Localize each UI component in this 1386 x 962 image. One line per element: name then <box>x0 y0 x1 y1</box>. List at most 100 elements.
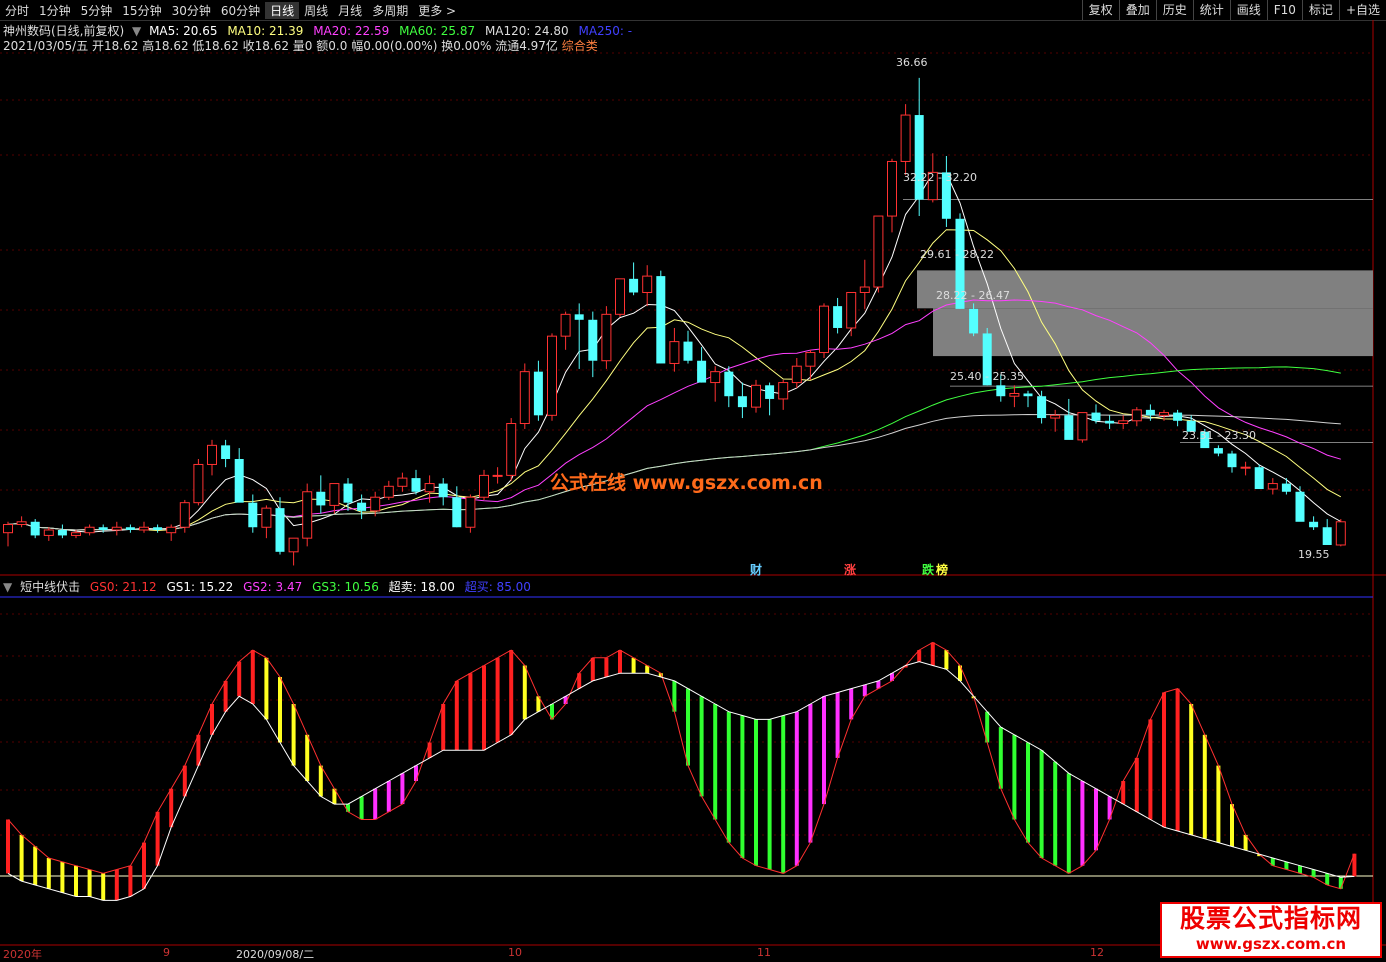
candle-body <box>492 474 503 477</box>
indicator-bar <box>74 865 78 897</box>
candle-body <box>506 423 517 476</box>
candle-body <box>765 385 775 399</box>
candle-body <box>1009 392 1020 397</box>
indicator-bar <box>346 804 350 812</box>
indicator-bar <box>6 819 10 874</box>
indicator-bar <box>1039 750 1044 858</box>
indicator-bar <box>631 657 636 674</box>
candle-body <box>465 496 476 528</box>
indicator-bar <box>468 673 473 751</box>
candle-body <box>1105 420 1115 424</box>
candle-body <box>139 526 149 531</box>
indicator-bar <box>590 657 595 681</box>
candle-body <box>669 341 680 364</box>
indicator-bar <box>46 858 51 889</box>
indicator-bar <box>210 704 214 735</box>
candle-body <box>629 278 639 293</box>
indicator-bar <box>1325 873 1330 885</box>
indicator-bar <box>686 688 690 766</box>
tag-bang[interactable]: 榜 <box>936 561 948 578</box>
indicator-bar <box>781 715 786 874</box>
candle-body <box>397 477 408 487</box>
candle-body <box>3 524 13 534</box>
candle-body <box>560 313 571 337</box>
candle-body <box>791 365 802 384</box>
candle-body <box>1213 448 1223 454</box>
candle-body <box>1159 412 1169 416</box>
candle-body <box>751 384 761 408</box>
candle-body <box>547 335 557 416</box>
indicator-bar <box>1189 704 1194 835</box>
indicator-bar <box>60 861 65 893</box>
indicator-bar <box>740 715 745 858</box>
candle-body <box>601 313 612 362</box>
candle-body <box>316 491 326 506</box>
candle-body <box>574 314 584 320</box>
indicator-bar <box>1216 765 1221 843</box>
candle-body <box>261 507 272 528</box>
candle-body <box>588 319 598 361</box>
indicator-bar <box>169 788 174 828</box>
candle-body <box>1077 412 1088 441</box>
candle-body <box>1118 420 1129 425</box>
indicator-bar <box>101 873 106 901</box>
candle-body <box>1023 393 1033 397</box>
tag-zhang[interactable]: 涨 <box>844 561 856 578</box>
candle-body <box>833 306 843 328</box>
indicator-bar <box>767 719 772 870</box>
tag-die[interactable]: 跌 <box>922 561 934 578</box>
indicator-bar <box>33 846 38 885</box>
indicator-bar <box>1230 804 1234 847</box>
indicator-bar <box>495 657 500 743</box>
candle-body <box>819 305 829 354</box>
indicator-bar <box>19 834 24 882</box>
indicator-bar <box>1284 861 1289 870</box>
candle-body <box>207 444 217 465</box>
candle-body <box>1050 414 1061 419</box>
indicator-bar <box>318 765 323 797</box>
candle-body <box>533 371 543 416</box>
candle-body <box>656 276 666 364</box>
candle-body <box>859 286 870 293</box>
indicator-bar <box>713 704 718 820</box>
tag-cai[interactable]: 财 <box>750 561 762 578</box>
indicator-bar <box>1012 734 1017 820</box>
candle-body <box>71 532 81 536</box>
indicator-bar <box>1094 788 1098 851</box>
low-label: 19.55 <box>1298 548 1330 561</box>
indicator-bar <box>726 711 731 843</box>
candle-body <box>153 527 163 530</box>
x-label-nov: 11 <box>757 946 771 959</box>
indicator-bar <box>414 765 418 781</box>
candle-body <box>1145 409 1155 416</box>
candle-body <box>452 497 462 528</box>
indicator-bar <box>509 650 514 735</box>
indicator-bar <box>1026 742 1030 843</box>
site-logo: 股票公式指标网 www.gszx.com.cn <box>1160 902 1382 958</box>
indicator-bar <box>998 727 1003 789</box>
indicator-bar <box>835 692 840 758</box>
indicator-bar <box>618 650 622 674</box>
candle-body <box>710 371 721 384</box>
indicator-bar <box>359 796 364 820</box>
indicator-bar <box>237 661 242 697</box>
candle-body <box>179 502 190 528</box>
indicator-bar <box>373 788 378 820</box>
candle-body <box>383 485 394 498</box>
indicator-bar <box>1298 865 1302 874</box>
candle-body <box>1131 409 1142 422</box>
indicator-bar <box>482 665 486 751</box>
candle-body <box>1173 412 1183 421</box>
indicator-bar <box>1162 692 1166 828</box>
candle-body <box>900 114 911 162</box>
indicator-bar <box>1053 761 1058 866</box>
logo-url: www.gszx.com.cn <box>1195 935 1347 953</box>
indicator-bar <box>454 680 459 751</box>
indicator-bar <box>862 684 867 697</box>
indicator-bar <box>142 842 146 889</box>
gs0-line <box>7 641 1355 890</box>
logo-title: 股票公式指标网 <box>1179 904 1362 933</box>
candle-body <box>234 459 244 503</box>
candle-body <box>1254 467 1264 490</box>
indicator-bar <box>87 869 92 897</box>
